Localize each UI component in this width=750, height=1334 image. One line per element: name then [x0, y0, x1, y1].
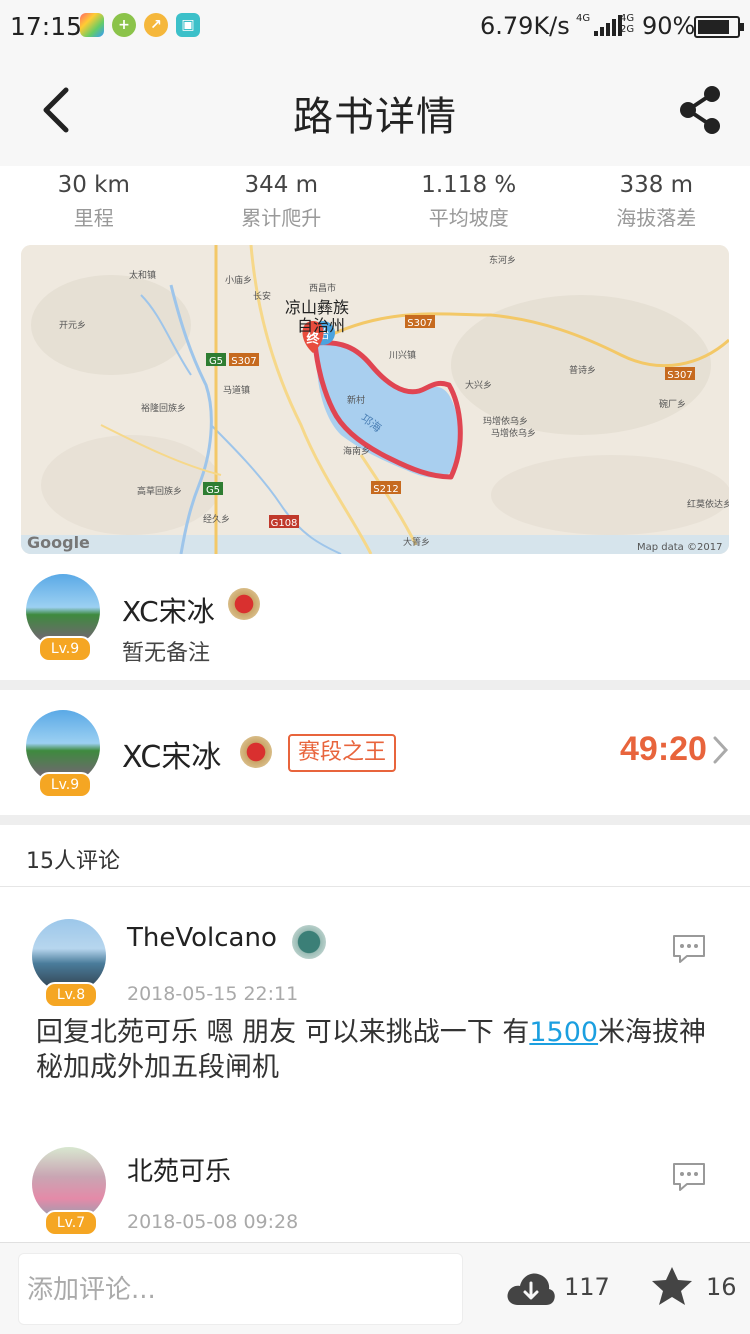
chevron-right-icon [710, 734, 730, 766]
page-title: 路书详情 [0, 84, 750, 142]
map-place-label: 碗厂乡 [659, 398, 686, 410]
medal-badge-icon [228, 588, 260, 620]
king-name: XC宋冰 [122, 732, 221, 776]
stat-grade: 1.118 % 平均坡度 [375, 166, 563, 240]
app-plus-icon: + [112, 13, 136, 37]
map-place-label: 高草回族乡 [137, 485, 182, 497]
notification-icons: + ↗ ▣ [80, 13, 200, 37]
stat-label: 海拔落差 [563, 202, 750, 231]
network-type-2: 4G2G [620, 13, 634, 35]
map-place-label: 大箐乡 [403, 536, 430, 548]
map-place-label: 川兴镇 [389, 349, 416, 361]
stat-label: 里程 [0, 202, 188, 231]
comment-item: Lv.8 TheVolcano 2018-05-15 22:11 回复北苑可乐 … [0, 887, 750, 1137]
segment-king-tag: 赛段之王 [288, 734, 396, 772]
comment-input[interactable]: 添加评论... [18, 1253, 463, 1325]
map-place-label: 长安 [253, 290, 271, 302]
map-road-label: S212 [373, 484, 398, 495]
map-place-label: 马道镇 [223, 384, 250, 396]
section-divider [0, 815, 750, 825]
stat-label: 平均坡度 [375, 202, 563, 231]
medal-badge-icon [292, 925, 326, 959]
stat-value: 344 m [188, 172, 376, 198]
map-place-label: 经久乡 [203, 513, 230, 525]
author-name: XC宋冰 [122, 590, 215, 630]
stat-value: 1.118 % [375, 172, 563, 198]
map-road-label: S307 [407, 318, 432, 329]
battery-percent: 90% [642, 12, 695, 40]
stat-label: 累计爬升 [188, 202, 376, 231]
map-road-label: G5 [206, 485, 220, 496]
route-stats: 30 km 里程 344 m 累计爬升 1.118 % 平均坡度 338 m 海… [0, 166, 750, 240]
map-road-label: S307 [667, 370, 692, 381]
map-copyright: Map data ©2017 [637, 542, 722, 553]
comments-count: 15人评论 [26, 843, 120, 875]
level-badge: Lv.8 [44, 982, 98, 1008]
comment-date: 2018-05-08 09:28 [127, 1211, 298, 1233]
nav-bar: 路书详情 [0, 52, 750, 166]
share-icon[interactable] [676, 84, 724, 136]
stat-value: 30 km [0, 172, 188, 198]
app-compass-icon: ↗ [144, 13, 168, 37]
map-place-label: 玛增依乌乡 [483, 415, 528, 427]
comment-date: 2018-05-15 22:11 [127, 983, 298, 1005]
map-road-label: G5 [209, 356, 223, 367]
level-badge: Lv.9 [38, 636, 92, 662]
level-badge: Lv.7 [44, 1210, 98, 1236]
download-count: 117 [564, 1273, 610, 1301]
network-type-1: 4G [576, 13, 590, 24]
map-place-label: 马增依乌乡 [491, 427, 536, 439]
map-place-label: 开元乡 [59, 320, 86, 331]
comment-author: 北苑可乐 [127, 1151, 231, 1188]
star-icon[interactable] [650, 1265, 694, 1309]
stat-value: 338 m [563, 172, 750, 198]
map-city-label: 凉山彝族 [285, 298, 349, 317]
map-place-label: 东河乡 [489, 254, 516, 266]
status-time: 17:15 [10, 12, 82, 41]
stat-elevation-diff: 338 m 海拔落差 [563, 166, 750, 240]
level-badge: Lv.9 [38, 772, 92, 798]
comment-text: 回复北苑可乐 嗯 朋友 可以来挑战一下 有1500米海拔神秘加成外加五段闸机 [36, 1015, 726, 1085]
map-place-label: 太和镇 [129, 269, 156, 281]
segment-king-row[interactable]: Lv.9 XC宋冰 赛段之王 49:20 [0, 690, 750, 815]
route-author[interactable]: Lv.9 XC宋冰 暂无备注 [0, 560, 750, 680]
route-map[interactable]: 始 终 S307 S307 G5 S307 G5 S212 G108 太和镇 小… [21, 245, 729, 554]
king-time: 49:20 [620, 730, 707, 769]
app-notification-icon [80, 13, 104, 37]
reply-icon[interactable] [671, 1161, 707, 1193]
section-divider [0, 680, 750, 690]
map-place-label: 新村 [347, 394, 365, 406]
medal-badge-icon [240, 736, 272, 768]
comment-author: TheVolcano [127, 923, 277, 953]
map-place-label: 西昌市 [309, 282, 336, 294]
reply-icon[interactable] [671, 933, 707, 965]
comment-item: Lv.7 北苑可乐 2018-05-08 09:28 [0, 1137, 750, 1242]
map-place-label: 海南乡 [343, 445, 370, 457]
stat-climb: 344 m 累计爬升 [188, 166, 376, 240]
map-place-label: 裕隆回族乡 [141, 402, 186, 414]
signal-bars-icon [594, 14, 622, 36]
map-road-label: S307 [231, 356, 256, 367]
status-bar: 17:15 + ↗ ▣ 6.79K/s 4G 4G2G 90% [0, 0, 750, 52]
network-speed: 6.79K/s [480, 12, 570, 40]
map-place-label: 红莫依达乡 [687, 498, 729, 510]
stat-distance: 30 km 里程 [0, 166, 188, 240]
author-note: 暂无备注 [122, 635, 210, 667]
map-road-label: G108 [271, 518, 298, 529]
download-cloud-icon[interactable] [506, 1269, 556, 1309]
google-logo: Google [27, 533, 90, 552]
bottom-bar: 添加评论... 117 16 [0, 1242, 750, 1334]
star-count: 16 [706, 1273, 737, 1301]
map-place-label: 大兴乡 [465, 379, 492, 391]
battery-icon [694, 16, 740, 38]
map-place-label: 普诗乡 [569, 364, 596, 376]
inline-link[interactable]: 1500 [529, 1017, 598, 1048]
app-scan-icon: ▣ [176, 13, 200, 37]
map-city-label: 自治州 [297, 316, 345, 335]
map-place-label: 小庙乡 [225, 274, 252, 286]
